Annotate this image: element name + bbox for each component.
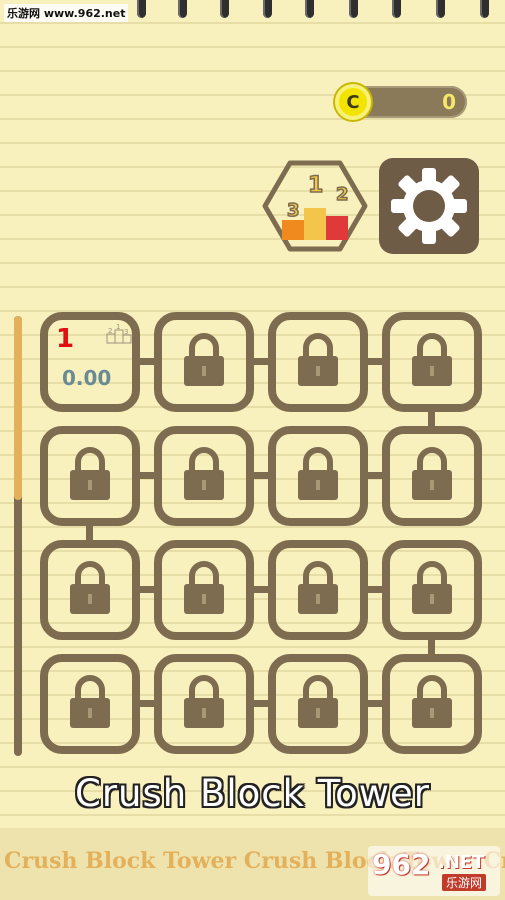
level-tile-locked[interactable]: [40, 654, 140, 754]
lock-icon: [67, 446, 113, 506]
level-tile-locked[interactable]: [382, 312, 482, 412]
lock-icon: [295, 332, 341, 392]
level-number: 1: [56, 324, 75, 354]
level-tile-locked[interactable]: [154, 426, 254, 526]
lock-icon: [295, 674, 341, 734]
mini-podium-icon: 2 13: [106, 323, 132, 344]
lock-icon: [295, 446, 341, 506]
level-best-time: 0.00: [62, 366, 112, 390]
lock-icon: [181, 674, 227, 734]
lock-icon: [409, 332, 455, 392]
level-tile-locked[interactable]: [40, 540, 140, 640]
level-tile-locked[interactable]: [40, 426, 140, 526]
lock-icon: [181, 446, 227, 506]
lock-icon: [181, 332, 227, 392]
level-tile-locked[interactable]: [268, 312, 368, 412]
level-tile-locked[interactable]: [268, 426, 368, 526]
mini-podium-label: 3: [124, 328, 128, 336]
lock-icon: [67, 674, 113, 734]
badge-cn: 乐游网: [442, 874, 487, 891]
level-tile-locked[interactable]: [268, 654, 368, 754]
level-tile-locked[interactable]: [154, 312, 254, 412]
level-tile-locked[interactable]: [382, 426, 482, 526]
level-tile-locked[interactable]: [268, 540, 368, 640]
lock-icon: [409, 560, 455, 620]
lock-icon: [181, 560, 227, 620]
badge-suffix: .NET: [438, 852, 485, 873]
level-tile-locked[interactable]: [382, 540, 482, 640]
mini-podium-label: 1: [116, 323, 120, 331]
level-tile-unlocked[interactable]: 1 0.00 2 1 3: [40, 312, 140, 412]
site-badge: 962 .NET 乐游网: [368, 846, 500, 896]
mini-podium-label: 2: [108, 327, 112, 335]
lock-icon: [67, 560, 113, 620]
level-grid: 1 0.00 2 1 3: [0, 0, 505, 760]
lock-icon: [295, 560, 341, 620]
level-tile-locked[interactable]: [154, 654, 254, 754]
lock-icon: [409, 674, 455, 734]
lock-icon: [409, 446, 455, 506]
level-tile-locked[interactable]: [154, 540, 254, 640]
badge-digits: 962: [372, 848, 431, 881]
game-title: Crush Block Tower: [74, 772, 430, 815]
level-tile-locked[interactable]: [382, 654, 482, 754]
